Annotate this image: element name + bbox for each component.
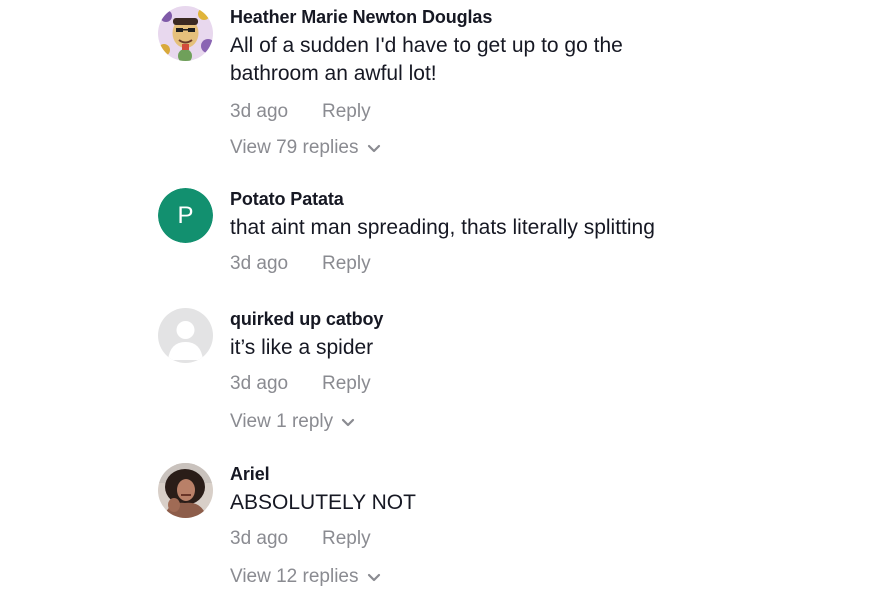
reply-button[interactable]: Reply <box>322 373 371 394</box>
view-replies-label: View 1 reply <box>230 411 334 432</box>
comment-username[interactable]: Heather Marie Newton Douglas <box>230 6 850 28</box>
comment-meta: 3d ago Reply <box>230 253 371 275</box>
view-replies-button[interactable]: View 79 replies <box>230 137 381 159</box>
avatar[interactable] <box>158 308 213 363</box>
avatar[interactable]: P <box>158 188 213 243</box>
view-replies-button[interactable]: View 1 reply <box>230 411 355 433</box>
comment-body: Ariel ABSOLUTELY NOT 3d ago Reply View 12… <box>230 463 850 587</box>
comment-meta: 3d ago Reply <box>230 373 371 395</box>
comment-timestamp: 3d ago <box>230 101 289 122</box>
reply-button[interactable]: Reply <box>322 253 371 274</box>
view-replies-label: View 79 replies <box>230 137 359 158</box>
reply-button[interactable]: Reply <box>322 528 371 549</box>
comment-body: Heather Marie Newton Douglas All of a su… <box>230 6 850 158</box>
comment-text: All of a sudden I'd have to get up to go… <box>230 34 623 85</box>
comment-meta: 3d ago Reply <box>230 101 371 123</box>
view-replies-button[interactable]: View 12 replies <box>230 566 381 588</box>
avatar[interactable] <box>158 6 213 61</box>
chevron-down-icon <box>342 418 355 426</box>
comment-text: ABSOLUTELY NOT <box>230 491 416 514</box>
avatar[interactable] <box>158 463 213 518</box>
comment-username[interactable]: quirked up catboy <box>230 308 850 330</box>
comment-timestamp: 3d ago <box>230 373 289 394</box>
comment-timestamp: 3d ago <box>230 528 289 549</box>
comment-body: Potato Patata that aint man spreading, t… <box>230 188 850 274</box>
comment-timestamp: 3d ago <box>230 253 289 274</box>
comment-body: quirked up catboy it’s like a spider 3d … <box>230 308 850 432</box>
comment-meta: 3d ago Reply <box>230 528 371 550</box>
photo-avatar <box>158 463 213 518</box>
comment-text: it’s like a spider <box>230 336 374 359</box>
comment-username[interactable]: Potato Patata <box>230 188 850 210</box>
cartoon-face-icon <box>158 6 213 61</box>
chevron-down-icon <box>367 573 380 581</box>
default-user-icon <box>158 308 213 363</box>
view-replies-label: View 12 replies <box>230 566 359 587</box>
letter-avatar: P <box>158 188 213 243</box>
reply-button[interactable]: Reply <box>322 101 371 122</box>
chevron-down-icon <box>367 144 380 152</box>
comment-username[interactable]: Ariel <box>230 463 850 485</box>
comment-text: that aint man spreading, thats literally… <box>230 216 655 239</box>
